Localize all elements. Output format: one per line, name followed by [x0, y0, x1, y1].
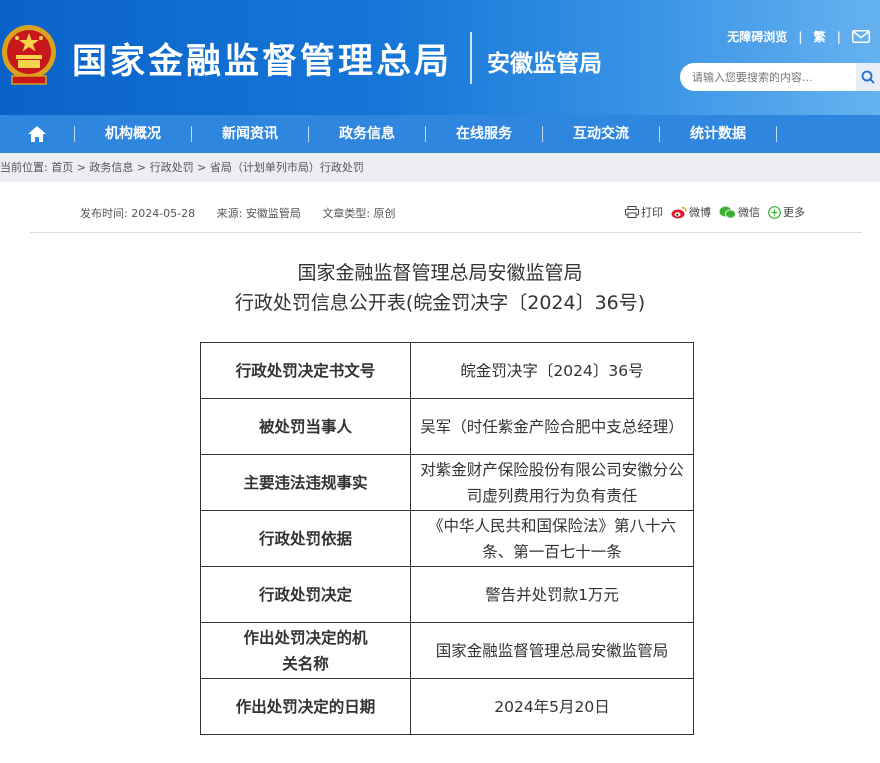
home-icon: [28, 126, 46, 142]
row-value: 警告并处罚款1万元: [410, 566, 694, 623]
nav-item-about[interactable]: 机构概况: [75, 115, 191, 153]
site-title[interactable]: 国家金融监督管理总局: [72, 33, 452, 84]
table-row: 作出处罚决定的机关名称 国家金融监督管理总局安徽监管局: [200, 622, 694, 679]
table-row: 主要违法违规事实 对紫金财产保险股份有限公司安徽分公司虚列费用行为负有责任: [200, 454, 694, 511]
print-label: 打印: [641, 206, 663, 219]
search-input[interactable]: [680, 70, 850, 84]
article-meta: 发布时间: 2024-05-28 来源: 安徽监管局 文章类型: 原创: [80, 205, 414, 221]
publish-time: 发布时间: 2024-05-28: [80, 207, 196, 220]
row-value: 皖金罚决字〔2024〕36号: [410, 342, 694, 399]
wechat-icon: [719, 206, 736, 219]
nav-item-interaction[interactable]: 互动交流: [543, 115, 659, 153]
article-source: 来源: 安徽监管局: [216, 207, 301, 220]
plus-circle-icon: [768, 205, 781, 219]
meta-divider: [30, 232, 862, 233]
top-links: 无障碍浏览 | 繁 |: [727, 28, 870, 45]
site-header: 国家金融监督管理总局 安徽监管局 无障碍浏览 | 繁 |: [0, 0, 880, 115]
article-type: 文章类型: 原创: [322, 207, 396, 220]
row-label: 作出处罚决定的日期: [200, 678, 411, 735]
row-value: 国家金融监督管理总局安徽监管局: [410, 622, 694, 679]
share-bar: 打印 微博 微信 更多: [625, 204, 813, 220]
traditional-chinese-link[interactable]: 繁: [814, 28, 826, 45]
nav-home[interactable]: [0, 115, 74, 153]
search-box: [680, 63, 880, 91]
link-separator: |: [836, 29, 841, 44]
article-title-line-1: 国家金融监督管理总局安徽监管局: [297, 262, 583, 284]
search-button[interactable]: [856, 63, 880, 91]
table-row: 行政处罚决定 警告并处罚款1万元: [200, 566, 694, 623]
search-icon: [861, 70, 875, 84]
row-label: 主要违法违规事实: [200, 454, 411, 511]
row-value: 对紫金财产保险股份有限公司安徽分公司虚列费用行为负有责任: [410, 454, 694, 511]
row-label: 行政处罚决定书文号: [200, 342, 411, 399]
table-row: 行政处罚依据 《中华人民共和国保险法》第八十六条、第一百七十一条: [200, 510, 694, 567]
mail-icon[interactable]: [852, 30, 870, 43]
title-divider: [470, 32, 472, 84]
row-value: 《中华人民共和国保险法》第八十六条、第一百七十一条: [410, 510, 694, 567]
row-label: 作出处罚决定的机关名称: [200, 622, 411, 679]
nav-item-government-info[interactable]: 政务信息: [309, 115, 425, 153]
sub-site-title[interactable]: 安徽监管局: [487, 44, 602, 78]
print-button[interactable]: 打印: [625, 204, 663, 220]
more-share-button[interactable]: 更多: [768, 204, 805, 220]
wechat-share-button[interactable]: 微信: [719, 204, 760, 220]
weibo-icon: [671, 206, 687, 218]
weibo-share-button[interactable]: 微博: [671, 204, 711, 220]
link-separator: |: [798, 29, 803, 44]
national-emblem-icon: [2, 25, 56, 85]
weibo-label: 微博: [689, 206, 711, 219]
nav-item-statistics[interactable]: 统计数据: [660, 115, 776, 153]
row-value: 吴军（时任紫金产险合肥中支总经理）: [410, 398, 694, 455]
article-title-line-2: 行政处罚信息公开表(皖金罚决字〔2024〕36号): [234, 292, 646, 314]
penalty-info-table: 行政处罚决定书文号 皖金罚决字〔2024〕36号 被处罚当事人 吴军（时任紫金产…: [200, 342, 694, 735]
table-row: 行政处罚决定书文号 皖金罚决字〔2024〕36号: [200, 342, 694, 399]
row-label: 被处罚当事人: [200, 398, 411, 455]
more-label: 更多: [783, 206, 805, 219]
print-icon: [625, 206, 639, 218]
nav-separator: [776, 126, 777, 142]
nav-item-news[interactable]: 新闻资讯: [192, 115, 308, 153]
table-row: 作出处罚决定的日期 2024年5月20日: [200, 678, 694, 735]
table-row: 被处罚当事人 吴军（时任紫金产险合肥中支总经理）: [200, 398, 694, 455]
row-value: 2024年5月20日: [410, 678, 694, 735]
main-nav: 机构概况 新闻资讯 政务信息 在线服务 互动交流 统计数据: [0, 115, 880, 153]
nav-item-online-service[interactable]: 在线服务: [426, 115, 542, 153]
row-label: 行政处罚依据: [200, 510, 411, 567]
breadcrumb[interactable]: 当前位置: 首页 > 政务信息 > 行政处罚 > 省局（计划单列市局）行政处罚: [0, 153, 880, 182]
accessibility-link[interactable]: 无障碍浏览: [727, 28, 787, 45]
wechat-label: 微信: [738, 206, 760, 219]
row-label: 行政处罚决定: [200, 566, 411, 623]
